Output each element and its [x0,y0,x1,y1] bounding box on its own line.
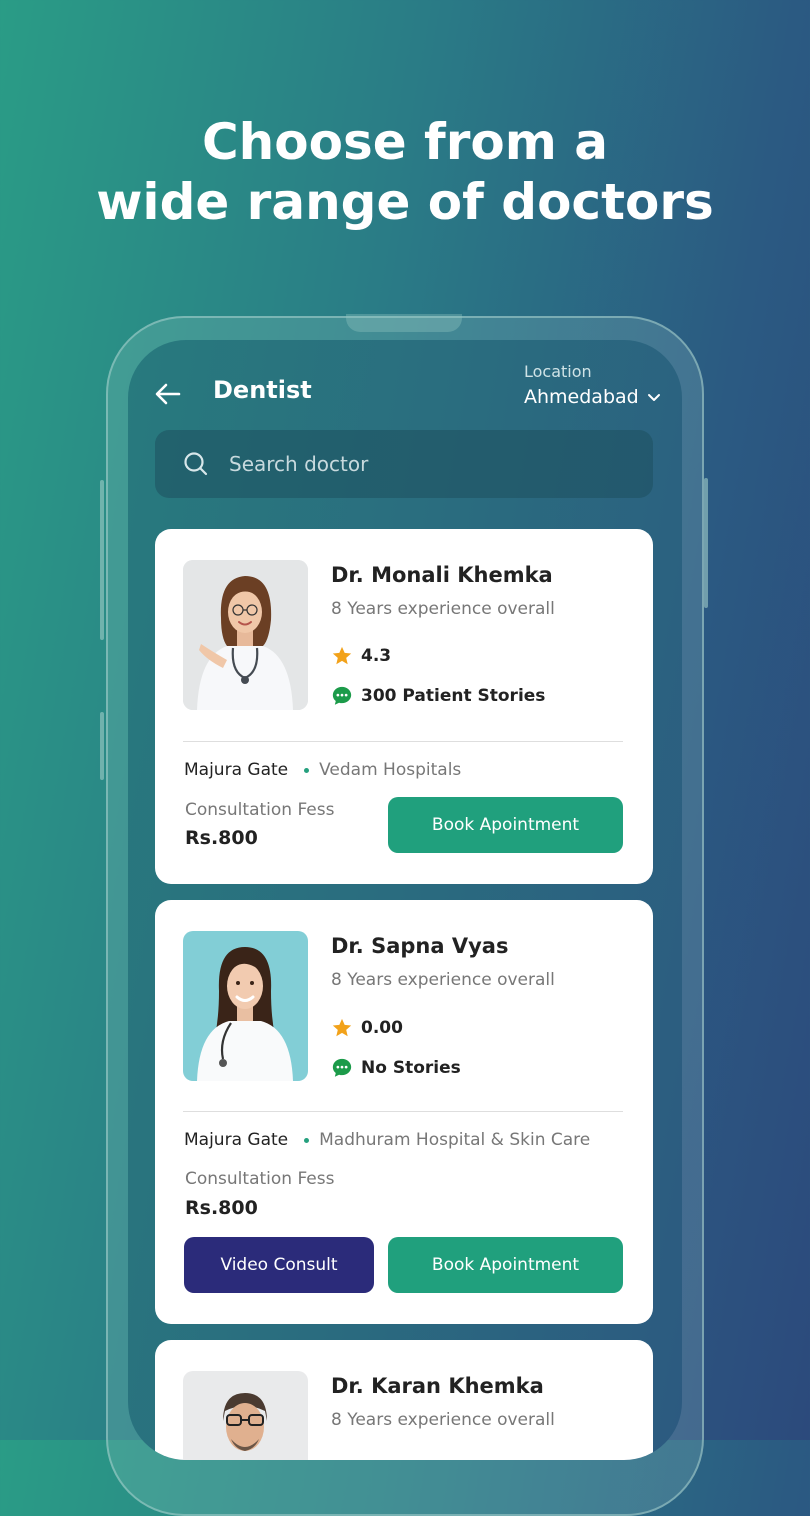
rating: 0.00 [331,1017,403,1039]
doctor-name[interactable]: Dr. Karan Khemka [331,1374,544,1398]
patient-stories[interactable]: 300 Patient Stories [331,685,545,707]
doctor-photo [183,1371,308,1460]
clinic-location: Majura Gate Vedam Hospitals [184,760,461,780]
book-appointment-button[interactable]: Book Apointment [388,797,623,853]
hospital-name: Madhuram Hospital & Skin Care [319,1130,591,1150]
doctor-card[interactable]: Dr. Monali Khemka 8 Years experience ove… [155,529,653,884]
separator-dot [304,767,310,773]
page-title: Dentist [213,376,312,404]
patient-stories[interactable]: No Stories [331,1057,461,1079]
clinic-location: Majura Gate Madhuram Hospital & Skin Car… [184,1130,590,1150]
headline-line-2: wide range of doctors [96,173,714,231]
rating-value: 0.00 [361,1018,403,1038]
clinic-area: Majura Gate [184,1130,289,1150]
hospital-name: Vedam Hospitals [319,760,462,780]
doctor-card[interactable]: Dr. Sapna Vyas 8 Years experience overal… [155,900,653,1324]
phone-side-button [704,478,708,608]
doctor-card[interactable]: Dr. Karan Khemka 8 Years experience over… [155,1340,653,1460]
location-selector[interactable]: Ahmedabad [524,386,661,408]
phone-side-button [100,712,104,780]
rating: 4.3 [331,645,391,667]
location-value: Ahmedabad [524,386,639,408]
location-label: Location [524,362,592,381]
divider [183,741,623,742]
fee-label: Consultation Fess [185,1169,335,1189]
stories-value: 300 Patient Stories [361,686,546,706]
search-bar[interactable] [155,430,653,498]
doctor-photo [183,560,308,710]
fee-value: Rs.800 [185,827,258,849]
search-icon [184,452,208,476]
star-icon [332,1018,352,1037]
phone-notch [346,314,462,332]
fee-value: Rs.800 [185,1197,258,1219]
search-input[interactable] [227,451,631,477]
video-consult-button[interactable]: Video Consult [184,1237,374,1293]
doctor-name[interactable]: Dr. Monali Khemka [331,563,553,587]
doctor-experience: 8 Years experience overall [331,599,555,619]
star-icon [332,646,352,665]
phone-side-button [100,480,104,640]
separator-dot [304,1137,310,1143]
divider [183,1111,623,1112]
chat-bubble-icon [332,1058,352,1077]
chat-bubble-icon [332,686,352,705]
rating-value: 4.3 [361,646,392,666]
book-appointment-button[interactable]: Book Apointment [388,1237,623,1293]
fee-label: Consultation Fess [185,800,335,820]
back-arrow-icon[interactable] [152,378,184,410]
headline: Choose from a wide range of doctors [0,112,810,232]
app-screen: Dentist Location Ahmedabad Search doctor… [128,340,682,1460]
doctor-name[interactable]: Dr. Sapna Vyas [331,934,508,958]
headline-line-1: Choose from a [201,113,609,171]
clinic-area: Majura Gate [184,760,289,780]
doctor-photo [183,931,308,1081]
doctor-experience: 8 Years experience overall [331,970,555,990]
chevron-down-icon [647,394,660,401]
doctor-experience: 8 Years experience overall [331,1410,555,1430]
stories-value: No Stories [361,1058,461,1078]
